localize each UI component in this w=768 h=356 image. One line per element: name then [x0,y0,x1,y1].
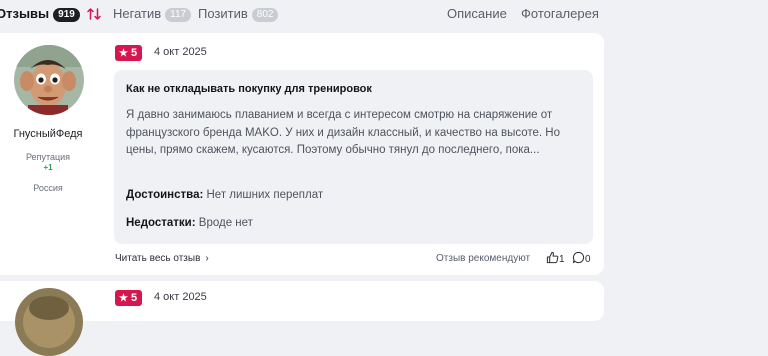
rating-value: 5 [130,47,138,59]
user-avatar[interactable] [14,45,84,115]
negative-count-badge: 117 [165,8,192,22]
avatar-image [15,288,83,356]
reputation-value: +1 [43,163,53,172]
review-text: Я давно занимаюсь плаванием и всегда с и… [126,109,561,156]
tab-negative-label: Негатив [113,6,162,21]
read-more-label: Читать весь отзыв [115,253,201,264]
user-name[interactable]: ГнусныйФедя [0,128,100,140]
rating-value: 5 [130,292,138,304]
tab-reviews[interactable]: Отзывы 919 [0,6,80,22]
tab-positive-label: Позитив [198,6,248,21]
review-pros: Достоинства: Нет лишних переплат [126,189,323,201]
cons-text: Вроде нет [198,217,253,229]
thumbs-up-icon [546,251,559,264]
comment-icon [572,251,585,264]
review-date: 4 окт 2025 [154,46,207,58]
user-avatar[interactable] [15,288,83,356]
pros-label: Достоинства: [126,189,204,201]
comments-count: 0 [585,254,591,265]
like-button[interactable]: 1 [546,251,565,265]
comments-button[interactable]: 0 [572,251,591,265]
positive-count-badge: 802 [251,8,279,22]
review-tabs: Отзывы 919 Негатив 117 Позитив 802 Описание… [0,0,768,30]
reputation-label: Репутация [25,152,71,162]
pros-text: Нет лишних переплат [206,189,324,201]
tab-gallery[interactable]: Фотогалерея [521,6,599,22]
tab-positive[interactable]: Позитив 802 [198,6,279,22]
review-title[interactable]: Как не откладывать покупку для тренирово… [126,83,372,95]
rating-badge: ★ 5 [115,290,143,306]
reviews-count-badge: 919 [53,8,80,22]
review-card: ГнусныйФедя Репутация +1 Россия ★ 5 4 окт… [0,33,604,275]
rating-badge: ★ 5 [115,45,143,61]
read-full-review-link[interactable]: Читать весь отзыв › [115,253,209,264]
tab-description[interactable]: Описание [447,6,507,22]
review-body[interactable]: Как не откладывать покупку для тренирово… [114,70,593,244]
user-country: Россия [33,183,63,193]
review-card: ★ 5 4 окт 2025 [0,281,604,356]
review-date: 4 окт 2025 [154,291,207,303]
cons-label: Недостатки: [126,217,196,229]
avatar-image [14,45,84,115]
review-cons: Недостатки: Вроде нет [126,217,253,229]
tab-negative[interactable]: Негатив 117 [113,6,192,22]
likes-count: 1 [559,254,565,265]
sort-arrows-icon[interactable] [86,6,102,22]
chevron-right-icon: › [205,253,209,264]
star-icon: ★ [119,48,128,59]
tab-reviews-label: Отзывы [0,6,50,21]
star-icon: ★ [119,293,128,304]
recommends-label: Отзыв рекомендуют [436,253,531,264]
